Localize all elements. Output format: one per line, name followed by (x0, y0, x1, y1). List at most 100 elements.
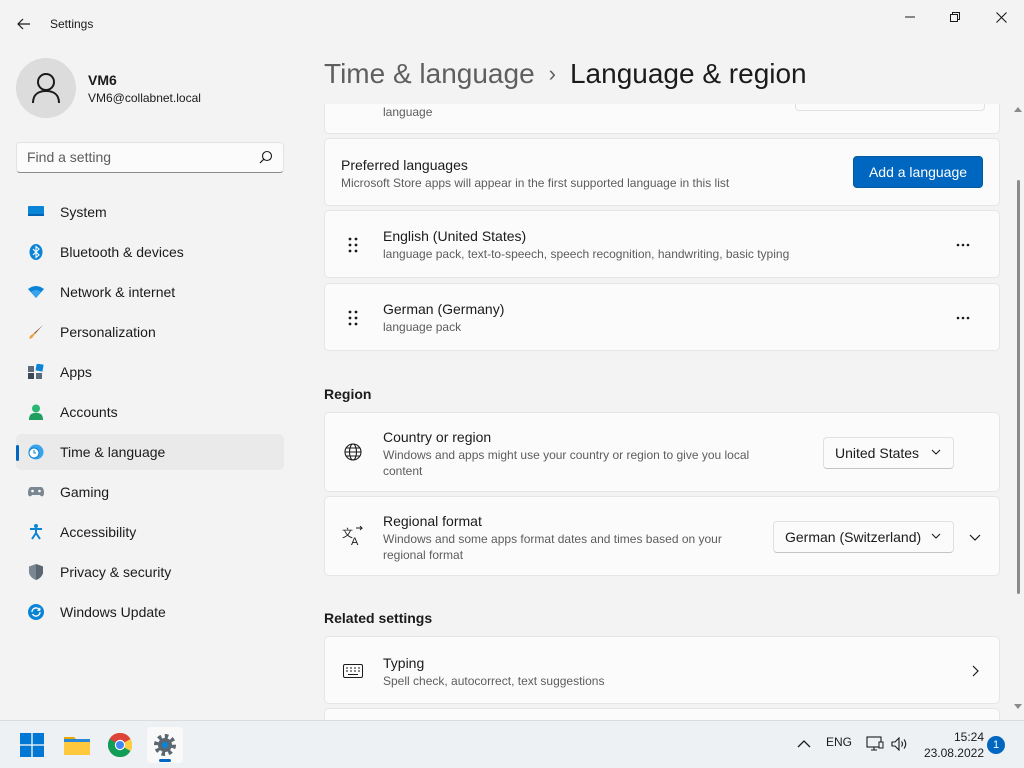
sidebar-item-label: Bluetooth & devices (60, 244, 184, 260)
search-box[interactable] (16, 142, 284, 173)
title-bar: Settings (0, 0, 1024, 48)
apps-icon (28, 364, 44, 380)
language-item-german[interactable]: German (Germany) language pack (324, 283, 1000, 351)
sidebar-item-accessibility[interactable]: Accessibility (16, 514, 284, 550)
keyboard-icon (341, 659, 365, 683)
language-format-icon: 文A (341, 524, 365, 548)
chrome-button[interactable] (102, 727, 138, 763)
scrollbar[interactable] (1012, 104, 1024, 720)
breadcrumb-separator: › (548, 61, 556, 86)
sidebar-item-accounts[interactable]: Accounts (16, 394, 284, 430)
country-region-title: Country or region (383, 429, 492, 445)
add-language-button[interactable]: Add a language (853, 156, 983, 188)
scroll-down-icon[interactable] (1014, 704, 1022, 710)
sidebar-item-gaming[interactable]: Gaming (16, 474, 284, 510)
dropdown-partial[interactable] (795, 104, 985, 111)
chevron-right-icon (972, 665, 979, 677)
expand-button[interactable] (959, 521, 991, 553)
preferred-languages-card: Preferred languages Microsoft Store apps… (324, 138, 1000, 206)
brush-icon (28, 324, 44, 340)
network-icon[interactable] (866, 736, 884, 752)
close-button[interactable] (978, 4, 1024, 30)
drag-handle-icon[interactable] (345, 308, 361, 328)
language-detail: language pack, text-to-speech, speech re… (383, 247, 790, 261)
monitor-icon (28, 204, 44, 220)
notification-badge[interactable]: 1 (987, 736, 1005, 754)
country-region-card: Country or region Windows and apps might… (324, 412, 1000, 492)
sidebar-item-personalization[interactable]: Personalization (16, 314, 284, 350)
regional-format-value: German (Switzerland) (785, 529, 922, 545)
typing-title: Typing (383, 655, 425, 671)
regional-format-subtitle-2: regional format (383, 548, 464, 562)
gamepad-icon (28, 484, 44, 500)
related-settings-header: Related settings (324, 610, 433, 626)
country-region-subtitle-2: content (383, 464, 423, 478)
regional-format-title: Regional format (383, 513, 482, 529)
person-icon (32, 73, 60, 104)
volume-icon[interactable] (891, 737, 909, 751)
more-options-button[interactable] (947, 229, 979, 261)
search-icon[interactable] (259, 150, 273, 164)
typing-card[interactable]: Typing Spell check, autocorrect, text su… (324, 636, 1000, 704)
start-button[interactable] (14, 727, 50, 763)
accessibility-icon (28, 524, 44, 540)
svg-text:A: A (351, 536, 359, 546)
chevron-down-icon (931, 449, 941, 455)
country-region-subtitle-1: Windows and apps might use your country … (383, 448, 750, 462)
sidebar-item-time-language[interactable]: Time & language (16, 434, 284, 470)
sidebar-item-label: Apps (60, 364, 92, 380)
scroll-thumb[interactable] (1017, 180, 1020, 594)
chevron-up-icon[interactable] (797, 739, 811, 749)
regional-format-subtitle-1: Windows and some apps format dates and t… (383, 532, 722, 546)
profile-email: VM6@collabnet.local (88, 91, 201, 105)
bluetooth-icon (28, 244, 44, 260)
sidebar-item-privacy[interactable]: Privacy & security (16, 554, 284, 590)
taskbar: ENG 15:24 23.08.2022 1 (0, 720, 1024, 768)
country-region-dropdown[interactable]: United States (823, 437, 954, 469)
top-card-subtitle: language (383, 105, 433, 119)
settings-taskbar-button[interactable] (147, 727, 183, 763)
sidebar-item-label: Personalization (60, 324, 156, 340)
app-title: Settings (50, 17, 94, 31)
breadcrumb-parent[interactable]: Time & language (324, 58, 535, 90)
restore-icon (950, 12, 960, 22)
profile-name: VM6 (88, 72, 117, 88)
language-item-english[interactable]: English (United States) language pack, t… (324, 210, 1000, 278)
preferred-languages-subtitle: Microsoft Store apps will appear in the … (341, 176, 730, 190)
chevron-button[interactable] (959, 655, 991, 687)
avatar[interactable] (16, 58, 76, 118)
chrome-icon (108, 733, 132, 757)
sidebar-item-windows-update[interactable]: Windows Update (16, 594, 284, 630)
more-horizontal-icon (956, 243, 970, 247)
clock-date: 23.08.2022 (923, 746, 984, 760)
update-icon (28, 604, 44, 620)
sidebar-item-network[interactable]: Network & internet (16, 274, 284, 310)
minimize-button[interactable] (887, 4, 933, 30)
breadcrumb: Time & language › Language & region (324, 58, 807, 90)
next-card-partial (324, 708, 1000, 720)
search-input[interactable] (27, 149, 247, 165)
back-button[interactable] (12, 10, 36, 38)
input-language-indicator[interactable]: ENG (826, 735, 852, 749)
more-options-button[interactable] (947, 302, 979, 334)
clock[interactable]: 15:24 23.08.2022 (916, 729, 984, 761)
sidebar-item-bluetooth[interactable]: Bluetooth & devices (16, 234, 284, 270)
sidebar-item-apps[interactable]: Apps (16, 354, 284, 390)
language-name: English (United States) (383, 228, 527, 244)
settings-icon (154, 734, 176, 756)
drag-handle-icon[interactable] (345, 235, 361, 255)
start-icon (20, 733, 44, 757)
more-horizontal-icon (956, 316, 970, 320)
regional-format-card[interactable]: 文A Regional format Windows and some apps… (324, 496, 1000, 576)
back-arrow-icon (17, 18, 30, 30)
content-pane: language Preferred languages Microsoft S… (324, 104, 1000, 720)
language-card-partial: language (324, 104, 1000, 134)
file-explorer-icon (64, 737, 90, 755)
sidebar-item-system[interactable]: System (16, 194, 284, 230)
shield-icon (28, 564, 44, 580)
scroll-up-icon[interactable] (1014, 106, 1022, 112)
restore-button[interactable] (932, 4, 978, 30)
regional-format-dropdown[interactable]: German (Switzerland) (773, 521, 954, 553)
file-explorer-button[interactable] (59, 727, 95, 763)
chevron-down-icon (969, 534, 981, 541)
